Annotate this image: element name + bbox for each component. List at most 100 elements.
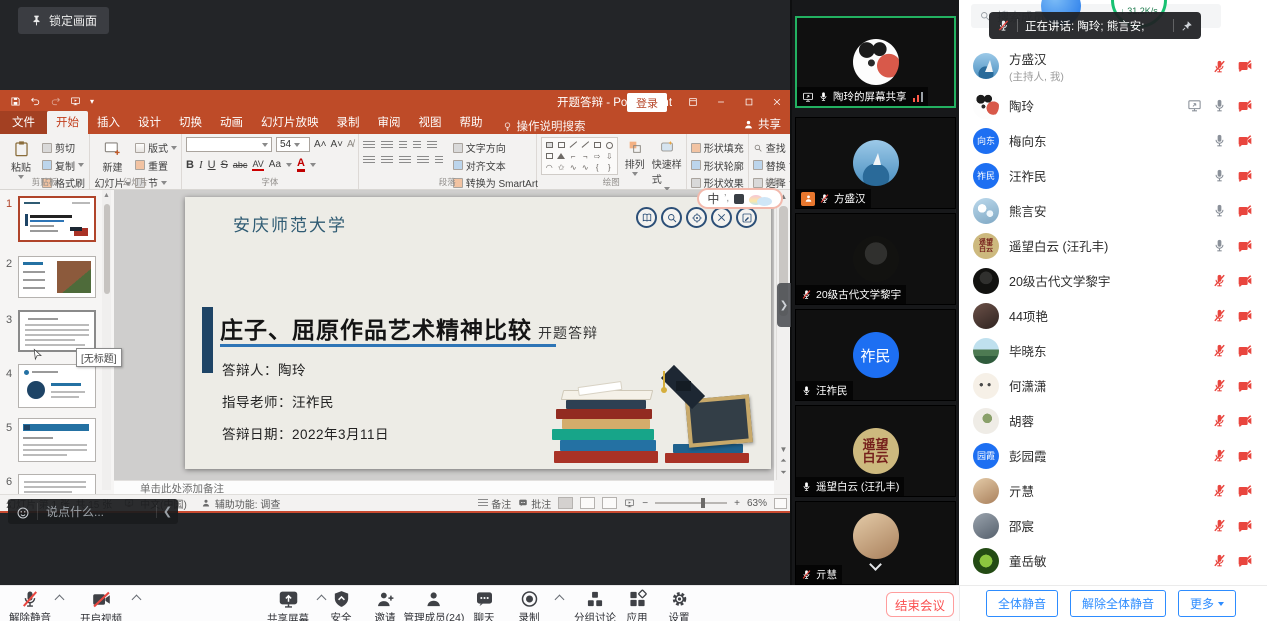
camera-off-icon[interactable] bbox=[1237, 378, 1253, 394]
strikethrough-button[interactable]: abc bbox=[233, 160, 248, 170]
video-tile[interactable]: 亓慧 bbox=[795, 501, 956, 585]
collapse-chat-icon[interactable]: ❮ bbox=[156, 505, 178, 518]
slide-thumbnail-4[interactable] bbox=[18, 364, 96, 408]
save-icon[interactable] bbox=[10, 96, 21, 107]
slide-thumbnail-5[interactable] bbox=[18, 418, 96, 462]
justify-icon[interactable] bbox=[417, 156, 429, 165]
participant-row[interactable]: 毕晓东 bbox=[959, 333, 1267, 368]
mic-icon[interactable] bbox=[1212, 203, 1227, 218]
camera-off-icon[interactable] bbox=[1237, 553, 1253, 569]
fit-to-window-button[interactable] bbox=[774, 498, 787, 509]
tab-review[interactable]: 审阅 bbox=[369, 111, 410, 134]
scroll-down-strip-icon[interactable] bbox=[792, 560, 959, 569]
camera-off-icon[interactable] bbox=[1237, 203, 1253, 219]
video-tile[interactable]: 20级古代文学黎宇 bbox=[795, 213, 956, 305]
invite-button[interactable]: 邀请 bbox=[375, 589, 396, 621]
participant-row[interactable]: 熊言安 bbox=[959, 193, 1267, 228]
arrange-button[interactable]: 排列 bbox=[622, 137, 648, 176]
camera-off-icon[interactable] bbox=[1237, 343, 1253, 359]
unmute-button[interactable]: 解除静音 bbox=[9, 589, 51, 621]
mic-options-caret[interactable] bbox=[55, 595, 65, 605]
camera-off-icon[interactable] bbox=[1237, 168, 1253, 184]
slide-scrollbar[interactable]: ▲ ▼ ⏶ ⏷ bbox=[776, 190, 789, 480]
indent-decrease-icon[interactable] bbox=[399, 141, 407, 150]
slide-thumbnail-1[interactable] bbox=[18, 196, 96, 242]
video-tile[interactable]: 祚民 汪祚民 bbox=[795, 309, 956, 401]
maximize-icon[interactable] bbox=[735, 90, 763, 113]
mic-icon[interactable] bbox=[1212, 98, 1227, 113]
notes-toggle[interactable]: 备注 bbox=[478, 496, 511, 511]
zoom-slider[interactable] bbox=[655, 502, 727, 504]
unmute-all-button[interactable]: 解除全体静音 bbox=[1070, 590, 1166, 617]
ime-weather-icon[interactable] bbox=[749, 193, 773, 205]
font-color-button[interactable]: A bbox=[297, 157, 305, 172]
comments-toggle[interactable]: 批注 bbox=[518, 496, 551, 511]
font-size-select[interactable]: 54 bbox=[276, 137, 310, 152]
mic-muted-icon[interactable] bbox=[1212, 413, 1227, 428]
mic-muted-icon[interactable] bbox=[1212, 59, 1227, 74]
mic-muted-icon[interactable] bbox=[1212, 448, 1227, 463]
tab-file[interactable]: 文件 bbox=[0, 111, 47, 134]
layout-button[interactable]: 版式 bbox=[135, 140, 177, 155]
reset-button[interactable]: 重置 bbox=[135, 158, 177, 173]
video-tile[interactable]: 方盛汉 bbox=[795, 117, 956, 209]
slide-thumbnail-3[interactable] bbox=[18, 310, 96, 352]
shape-outline-button[interactable]: 形状轮廓 bbox=[691, 158, 744, 173]
share-screen-button[interactable]: 共享屏幕 bbox=[267, 589, 309, 621]
numbering-icon[interactable] bbox=[381, 141, 393, 150]
breakout-button[interactable]: 分组讨论 bbox=[574, 589, 616, 621]
quick-chat-bar[interactable]: 说点什么... ❮ bbox=[8, 499, 178, 524]
indent-increase-icon[interactable] bbox=[413, 141, 421, 150]
camera-off-icon[interactable] bbox=[1237, 483, 1253, 499]
tab-record[interactable]: 录制 bbox=[328, 111, 369, 134]
tab-insert[interactable]: 插入 bbox=[88, 111, 129, 134]
mic-muted-icon[interactable] bbox=[1212, 273, 1227, 288]
align-center-icon[interactable] bbox=[381, 156, 393, 165]
mic-icon[interactable] bbox=[1212, 168, 1227, 183]
participant-row[interactable]: 20级古代文学黎宇 bbox=[959, 263, 1267, 298]
mic-icon[interactable] bbox=[1212, 238, 1227, 253]
tab-home[interactable]: 开始 bbox=[47, 111, 88, 134]
align-text-button[interactable]: 对齐文本 bbox=[453, 158, 538, 173]
ime-mode-label[interactable]: 中 bbox=[707, 190, 719, 207]
pin-icon[interactable] bbox=[1181, 20, 1193, 32]
camera-off-icon[interactable] bbox=[1237, 133, 1253, 149]
zoom-level[interactable]: 63% bbox=[747, 498, 767, 509]
mic-muted-icon[interactable] bbox=[1212, 553, 1227, 568]
find-button[interactable]: 查找 bbox=[753, 140, 791, 155]
participant-row[interactable]: 童岳敏 bbox=[959, 543, 1267, 578]
shape-fill-button[interactable]: 形状填充 bbox=[691, 140, 744, 155]
mic-muted-icon[interactable] bbox=[1212, 483, 1227, 498]
close-icon[interactable] bbox=[763, 90, 791, 113]
slide[interactable]: 安庆师范大学 庄子、屈原作品艺术精神比较开题答辩 答辩人：陶玲 指导老师：汪祚民… bbox=[185, 197, 771, 469]
mute-all-button[interactable]: 全体静音 bbox=[986, 590, 1058, 617]
ppt-signin-button[interactable]: 登录 bbox=[627, 93, 667, 112]
ppt-share-button[interactable]: 共享 bbox=[743, 116, 781, 132]
participant-row[interactable]: 邵宸 bbox=[959, 508, 1267, 543]
video-tile[interactable]: 遥望白云 遥望白云 (汪孔丰) bbox=[795, 405, 956, 497]
participant-row[interactable]: 园霞 彭园霞 bbox=[959, 438, 1267, 473]
camera-off-icon[interactable] bbox=[1237, 58, 1253, 74]
ime-punct-icon[interactable]: ’, bbox=[724, 193, 729, 204]
slideshow-view-button[interactable] bbox=[624, 498, 635, 509]
align-left-icon[interactable] bbox=[363, 156, 375, 165]
qat-more-icon[interactable]: ▾ bbox=[90, 97, 94, 106]
line-spacing-icon[interactable] bbox=[427, 141, 437, 150]
shadow-button[interactable]: S bbox=[221, 159, 228, 171]
end-meeting-button[interactable]: 结束会议 bbox=[886, 592, 954, 617]
zoom-in-button[interactable]: + bbox=[734, 498, 740, 509]
shapes-gallery[interactable]: ⌐¬⇨⇩ ◠✩∿∿{} bbox=[541, 137, 618, 175]
camera-off-icon[interactable] bbox=[1237, 413, 1253, 429]
record-button[interactable]: 录制 bbox=[519, 589, 540, 621]
participant-row[interactable]: 亓慧 bbox=[959, 473, 1267, 508]
emoji-icon[interactable] bbox=[8, 503, 38, 519]
tab-slideshow[interactable]: 幻灯片放映 bbox=[252, 111, 328, 134]
slide-sorter-view-button[interactable] bbox=[580, 497, 595, 509]
chat-button[interactable]: 聊天 bbox=[474, 589, 495, 621]
security-button[interactable]: 安全 bbox=[331, 589, 352, 621]
participant-row[interactable]: 44项艳 bbox=[959, 298, 1267, 333]
align-right-icon[interactable] bbox=[399, 156, 411, 165]
tell-me-search[interactable]: 操作说明搜索 bbox=[502, 118, 586, 134]
paste-button[interactable]: 粘贴 bbox=[4, 137, 38, 179]
participant-row[interactable]: 胡蓉 bbox=[959, 403, 1267, 438]
